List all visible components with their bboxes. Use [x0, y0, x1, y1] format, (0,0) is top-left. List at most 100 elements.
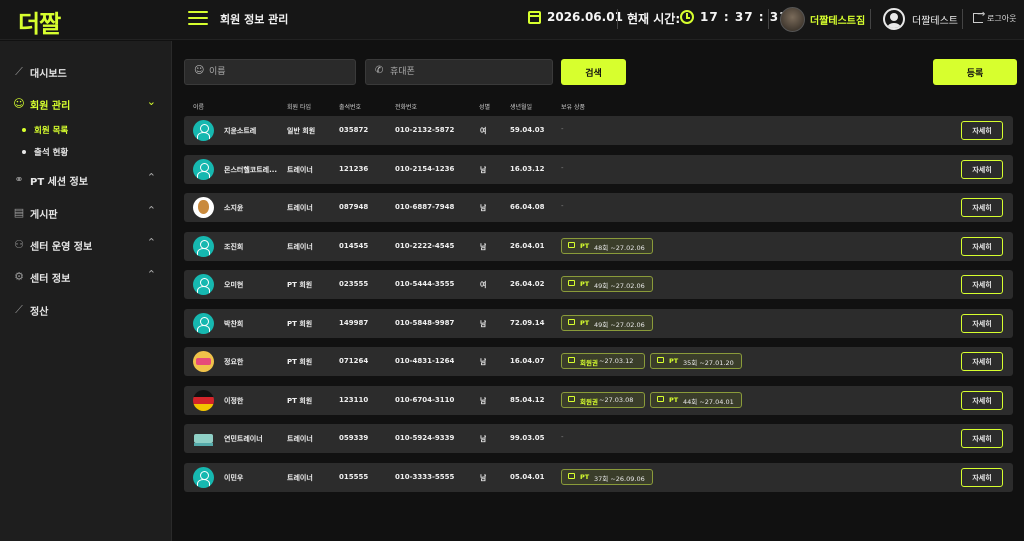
detail-button[interactable]: 자세히: [961, 391, 1003, 410]
sidebar-item-label: 센터 정보: [30, 274, 71, 285]
ticket-icon: [568, 280, 575, 286]
divider: [962, 9, 963, 29]
chevron-up-icon[interactable]: ⌃: [147, 204, 156, 217]
name-search-field[interactable]: ☺: [184, 59, 359, 85]
member-type: 트레이너: [287, 243, 313, 251]
ticket-icon: [568, 473, 575, 479]
member-type: 트레이너: [287, 204, 313, 212]
gender: 여: [480, 281, 487, 289]
product-name: PT: [580, 242, 590, 250]
sidebar-item-member-management[interactable]: ☺ 회원 관리 ⌄: [12, 95, 162, 113]
current-time: 17 : 37 : 31: [700, 10, 789, 24]
product-detail: ~27.03.12: [599, 357, 634, 365]
phone-search-field[interactable]: ✆: [365, 59, 553, 85]
gender: 남: [480, 320, 487, 328]
clock-icon: [680, 10, 694, 24]
table-row: 소지윤 트레이너 087948 010-6887-7948 남 66.04.08 - 자세히: [184, 193, 1013, 222]
gym-avatar[interactable]: [780, 7, 805, 32]
product-name: PT: [669, 396, 679, 404]
birth-date: 59.04.03: [510, 126, 545, 134]
search-button[interactable]: 검색: [561, 59, 626, 85]
sidebar-item-center-info[interactable]: ⚙ 센터 정보 ⌃: [12, 268, 162, 286]
phone-search-input[interactable]: [390, 63, 540, 81]
attendance-number: 071264: [339, 357, 369, 365]
detail-button[interactable]: 자세히: [961, 352, 1003, 371]
sidebar-item-dashboard[interactable]: ⟋ 대시보드: [12, 63, 162, 81]
detail-button[interactable]: 자세히: [961, 314, 1003, 333]
product-name: 회원권: [580, 398, 598, 406]
calendar-icon: [528, 11, 541, 24]
member-avatar: [193, 428, 214, 449]
birth-date: 26.04.01: [510, 242, 545, 250]
member-type: PT 회원: [287, 397, 313, 405]
member-type: 트레이너: [287, 474, 313, 482]
chevron-up-icon[interactable]: ⌃: [147, 236, 156, 249]
member-type: 트레이너: [287, 435, 313, 443]
register-button[interactable]: 등록: [933, 59, 1017, 85]
sidebar-subitem-label: 출석 현황: [34, 148, 69, 158]
divider: [617, 9, 618, 29]
attendance-number: 149987: [339, 319, 369, 327]
detail-button[interactable]: 자세히: [961, 198, 1003, 217]
member-avatar: [193, 390, 214, 411]
gym-name[interactable]: 더짤테스트짐: [810, 12, 865, 27]
top-bar: 더짤 회원 정보 관리 2026.06.01 현재 시간: 17 : 37 : …: [0, 0, 1024, 40]
menu-icon[interactable]: [188, 11, 208, 27]
detail-button[interactable]: 자세히: [961, 275, 1003, 294]
detail-button[interactable]: 자세히: [961, 160, 1003, 179]
product-chip: PT 48회 ~27.02.06: [561, 238, 653, 254]
user-name[interactable]: 더짤테스트: [912, 12, 958, 27]
member-type: 트레이너: [287, 166, 313, 174]
table-header: 이름 회원 타입 출석번호 전화번호 성별 생년월일 보유 상품: [184, 102, 1014, 112]
product-chip: 회원권 ~27.03.12: [561, 353, 645, 369]
sidebar: ⟋ 대시보드 ☺ 회원 관리 ⌄ 회원 목록 출석 현황 ⚭ PT 세션 정보 …: [0, 41, 172, 541]
member-name: 조진희: [224, 243, 244, 251]
detail-button[interactable]: 자세히: [961, 237, 1003, 256]
product-name: PT: [580, 319, 590, 327]
birth-date: 16.04.07: [510, 357, 545, 365]
sidebar-item-center-operation[interactable]: ⚇ 센터 운영 정보 ⌃: [12, 236, 162, 254]
attendance-number: 087948: [339, 203, 369, 211]
chevron-up-icon[interactable]: ⌃: [147, 268, 156, 281]
logo[interactable]: 더짤: [18, 4, 61, 39]
detail-button[interactable]: 자세히: [961, 121, 1003, 140]
phone-icon: ✆: [375, 65, 384, 76]
user-icon: ☺: [13, 97, 25, 110]
table-row: 몬스터헬코트레... 트레이너 121236 010-2154-1236 남 16.03.…: [184, 155, 1013, 184]
sidebar-item-pt-session[interactable]: ⚭ PT 세션 정보 ⌃: [12, 171, 162, 189]
document-icon: ▤: [13, 206, 25, 219]
phone-number: 010-5444-3555: [395, 280, 455, 288]
user-icon: ☺: [194, 65, 205, 76]
column-header: 보유 상품: [561, 104, 585, 111]
table-row: 조진희 트레이너 014545 010-2222-4545 남 26.04.01 PT 48회…: [184, 232, 1013, 261]
detail-button[interactable]: 자세히: [961, 429, 1003, 448]
member-name: 박찬희: [224, 320, 244, 328]
attendance-number: 123110: [339, 396, 369, 404]
member-name: 연민트레이너: [224, 435, 263, 443]
product-chip: PT 49회 ~27.02.06: [561, 315, 653, 331]
table-row: 지윤소트레 일반 회원 035872 010-2132-5872 여 59.04.03 - 자…: [184, 116, 1013, 145]
logout-button[interactable]: 로그아웃: [987, 13, 1016, 24]
table-row: 정요한 PT 회원 071264 010-4831-1264 남 16.04.07 회원권 ~…: [184, 347, 1013, 376]
member-avatar: [193, 467, 214, 488]
product-name: PT: [580, 280, 590, 288]
phone-number: 010-2222-4545: [395, 242, 455, 250]
sidebar-item-board[interactable]: ▤ 게시판 ⌃: [12, 204, 162, 222]
chevron-up-icon[interactable]: ⌃: [147, 171, 156, 184]
gender: 남: [480, 166, 487, 174]
user-avatar-icon[interactable]: [883, 8, 905, 30]
no-product-dash: -: [561, 202, 564, 210]
column-header: 생년월일: [510, 104, 533, 111]
chevron-down-icon[interactable]: ⌄: [147, 95, 156, 108]
table-row: 연민트레이너 트레이너 059339 010-5924-9339 남 99.03.05 - 자…: [184, 424, 1013, 453]
ticket-icon: [568, 396, 575, 402]
sidebar-subitem-label: 회원 목록: [34, 126, 69, 136]
detail-button[interactable]: 자세히: [961, 468, 1003, 487]
no-product-dash: -: [561, 125, 564, 133]
attendance-number: 059339: [339, 434, 369, 442]
ticket-icon: [568, 357, 575, 363]
logout-icon[interactable]: [973, 9, 985, 23]
sidebar-item-settlement[interactable]: ⟋ 정산: [12, 301, 162, 319]
name-search-input[interactable]: [209, 63, 359, 81]
product-name: PT: [580, 473, 590, 481]
